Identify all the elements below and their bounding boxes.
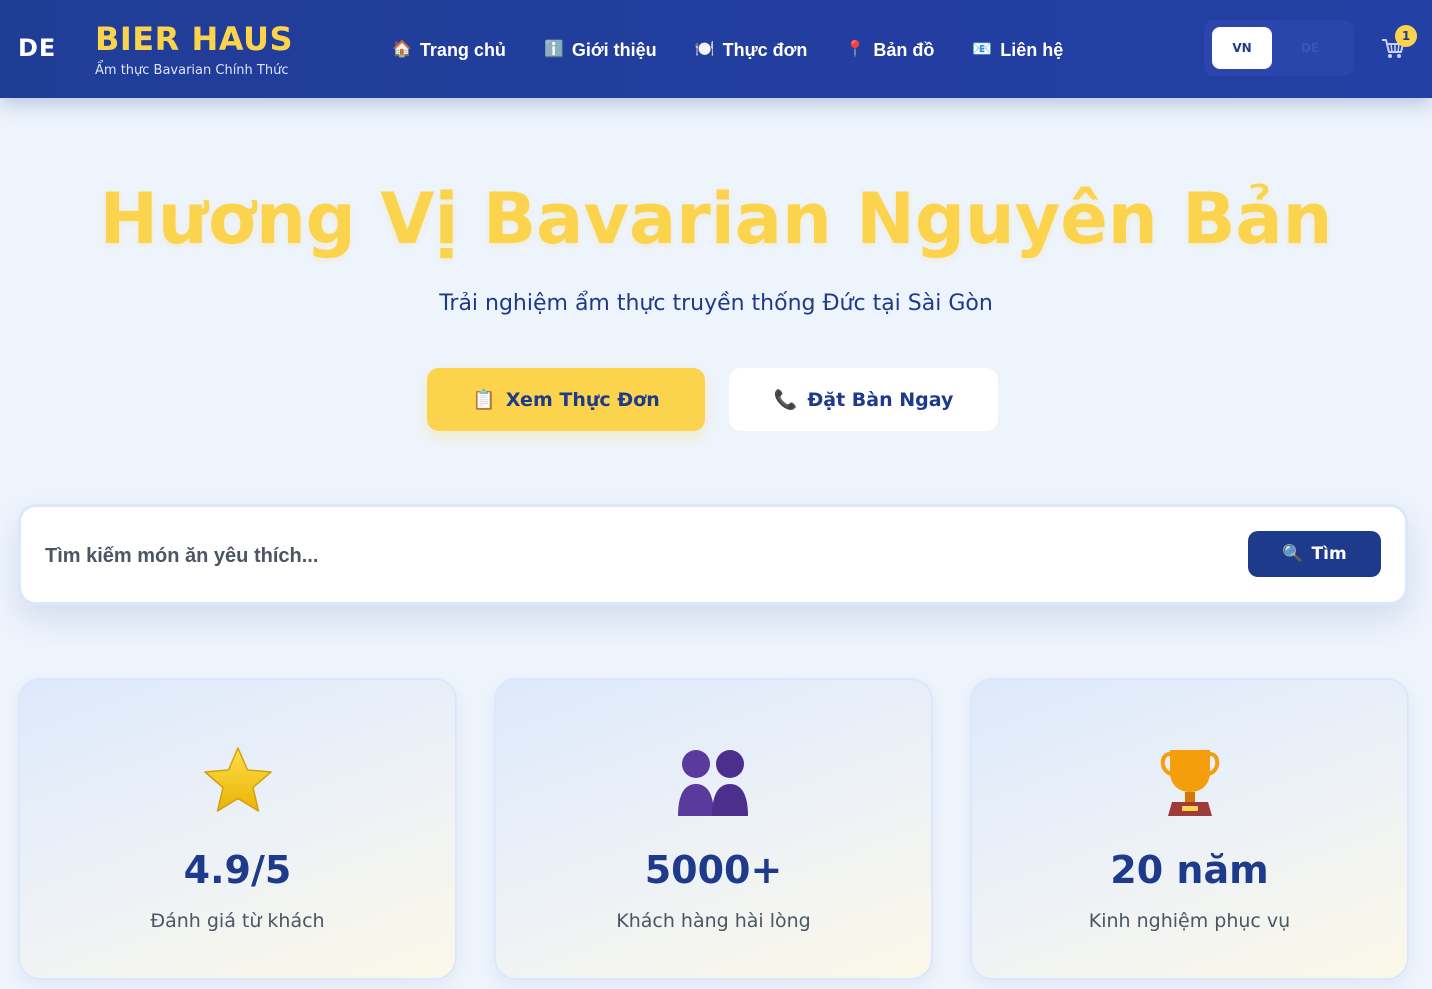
pin-icon: 📍 bbox=[845, 41, 866, 58]
nav-label: Giới thiệu bbox=[571, 39, 657, 60]
stat-value: 5000+ bbox=[644, 848, 783, 892]
hero-title: Hương Vị Bavarian Nguyên Bản bbox=[99, 178, 1333, 260]
cart-count-badge: 1 bbox=[1395, 25, 1417, 47]
search-icon: 🔍 bbox=[1282, 544, 1304, 564]
star-icon bbox=[20, 742, 455, 822]
clipboard-icon: 📋 bbox=[472, 389, 496, 411]
hero-subtitle: Trải nghiệm ẩm thực truyền thống Đức tại… bbox=[439, 291, 993, 316]
stat-label: Đánh giá từ khách bbox=[150, 910, 325, 932]
main-nav: 🏠 Trang chủ ℹ️ Giới thiệu 🍽️ Thực đơn 📍 … bbox=[392, 36, 1063, 64]
nav-item-map[interactable]: 📍 Bản đồ bbox=[845, 36, 934, 64]
nav-label: Bản đồ bbox=[873, 39, 935, 60]
view-menu-label: Xem Thực Đơn bbox=[505, 388, 660, 411]
logo-mark[interactable]: DE bbox=[18, 34, 56, 62]
stat-card-rating: 4.9/5 Đánh giá từ khách bbox=[18, 678, 457, 980]
search-button-label: Tìm bbox=[1311, 544, 1347, 564]
email-icon: 📧 bbox=[972, 41, 993, 58]
nav-item-about[interactable]: ℹ️ Giới thiệu bbox=[544, 36, 657, 64]
stat-label: Kinh nghiệm phục vụ bbox=[1088, 910, 1291, 932]
trophy-icon bbox=[972, 742, 1407, 822]
lang-button-vn[interactable]: VN bbox=[1212, 27, 1272, 69]
search-button[interactable]: 🔍 Tìm bbox=[1248, 531, 1381, 577]
brand-tagline: Ẩm thực Bavarian Chính Thức bbox=[95, 63, 289, 78]
stat-value: 4.9/5 bbox=[183, 848, 292, 892]
nav-item-home[interactable]: 🏠 Trang chủ bbox=[392, 36, 506, 64]
nav-item-menu[interactable]: 🍽️ Thực đơn bbox=[695, 36, 808, 64]
language-switch: VN DE bbox=[1204, 20, 1354, 76]
stat-card-experience: 20 năm Kinh nghiệm phục vụ bbox=[970, 678, 1409, 980]
customers-icon bbox=[496, 742, 931, 822]
book-table-label: Đặt Bàn Ngay bbox=[807, 388, 954, 411]
plate-icon: 🍽️ bbox=[694, 41, 715, 58]
stat-value: 20 năm bbox=[1110, 848, 1269, 892]
search-input[interactable] bbox=[45, 537, 1225, 575]
view-menu-button[interactable]: 📋 Xem Thực Đơn bbox=[427, 368, 705, 431]
site-header: DE BIER HAUS Ẩm thực Bavarian Chính Thức… bbox=[0, 0, 1432, 98]
info-icon: ℹ️ bbox=[543, 41, 564, 58]
nav-label: Thực đơn bbox=[722, 39, 808, 60]
book-table-button[interactable]: 📞 Đặt Bàn Ngay bbox=[729, 368, 998, 431]
nav-label: Liên hệ bbox=[1000, 39, 1064, 60]
stat-label: Khách hàng hài lòng bbox=[616, 910, 811, 932]
phone-icon: 📞 bbox=[773, 389, 798, 411]
brand-name[interactable]: BIER HAUS bbox=[95, 20, 293, 58]
house-icon: 🏠 bbox=[392, 41, 412, 58]
search-bar: 🔍 Tìm bbox=[18, 504, 1408, 605]
nav-item-contact[interactable]: 📧 Liên hệ bbox=[972, 36, 1063, 64]
lang-button-de[interactable]: DE bbox=[1280, 27, 1340, 69]
stat-card-customers: 5000+ Khách hàng hài lòng bbox=[494, 678, 933, 980]
nav-label: Trang chủ bbox=[419, 39, 506, 60]
